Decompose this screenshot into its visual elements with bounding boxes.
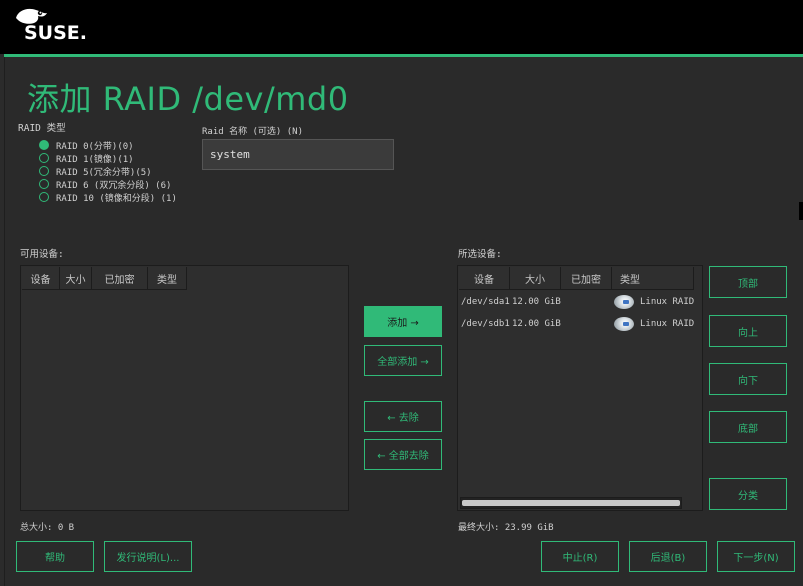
radio-raid1[interactable]: RAID 1(镜像)(1) (39, 152, 134, 165)
edge-marker (799, 202, 803, 220)
back-button[interactable]: 后退(B) (629, 541, 707, 572)
svg-text:SUSE.: SUSE. (24, 22, 87, 40)
column-header-device[interactable]: 设备 (459, 267, 510, 290)
column-header-encrypted[interactable]: 已加密 (92, 267, 148, 290)
scrollbar-thumb[interactable] (462, 500, 680, 506)
column-header-type[interactable]: 类型 (612, 267, 694, 290)
selected-total-size: 最终大小: 23.99 GiB (458, 523, 554, 533)
table-header: 设备 大小 已加密 类型 (459, 267, 694, 290)
column-header-device[interactable]: 设备 (22, 267, 60, 290)
suse-logo: SUSE. (14, 4, 94, 44)
available-devices-label: 可用设备: (20, 249, 64, 260)
available-devices-table[interactable]: 设备 大小 已加密 类型 (20, 265, 349, 511)
remove-all-button[interactable]: ← 全部去除 (364, 439, 442, 470)
abort-button[interactable]: 中止(R) (541, 541, 619, 572)
radio-icon[interactable] (39, 192, 49, 202)
disk-icon (614, 295, 634, 309)
help-button[interactable]: 帮助 (16, 541, 94, 572)
move-top-button[interactable]: 顶部 (709, 266, 787, 298)
move-down-button[interactable]: 向下 (709, 363, 787, 395)
radio-raid6[interactable]: RAID 6 (双冗余分段) (6) (39, 178, 172, 191)
cell-type: Linux RAID (640, 297, 695, 307)
radio-raid10[interactable]: RAID 10 (镜像和分段) (1) (39, 191, 177, 204)
selected-devices-table[interactable]: 设备 大小 已加密 类型 /dev/sda1 12.00 GiB Linux R… (457, 265, 703, 511)
next-button[interactable]: 下一步(N) (717, 541, 795, 572)
cell-size: 12.00 GiB (512, 319, 561, 329)
move-up-button[interactable]: 向上 (709, 315, 787, 347)
disk-icon (614, 317, 634, 331)
available-total-size: 总大小: 0 B (20, 523, 75, 533)
radio-label: RAID 6 (双冗余分段) (6) (56, 180, 172, 191)
cell-size: 12.00 GiB (512, 297, 561, 307)
cell-device: /dev/sdb1 (461, 319, 510, 329)
add-all-button[interactable]: 全部添加 → (364, 345, 442, 376)
raid-name-label: Raid 名称 (可选) (N) (202, 127, 304, 137)
column-header-encrypted[interactable]: 已加密 (561, 267, 612, 290)
move-bottom-button[interactable]: 底部 (709, 411, 787, 443)
radio-label: RAID 1(镜像)(1) (56, 154, 134, 165)
radio-icon[interactable] (39, 179, 49, 189)
radio-raid0[interactable]: RAID 0(分带)(0) (39, 139, 134, 152)
horizontal-scrollbar[interactable] (460, 497, 682, 509)
top-bar: SUSE. (0, 0, 803, 54)
radio-selected-icon[interactable] (39, 140, 49, 150)
release-notes-button[interactable]: 发行说明(L)... (104, 541, 192, 572)
column-header-type[interactable]: 类型 (148, 267, 187, 290)
column-header-size[interactable]: 大小 (510, 267, 561, 290)
classify-button[interactable]: 分类 (709, 478, 787, 510)
remove-button[interactable]: ← 去除 (364, 401, 442, 432)
cell-device: /dev/sda1 (461, 297, 510, 307)
cell-type: Linux RAID (640, 319, 695, 329)
table-row[interactable]: /dev/sda1 12.00 GiB Linux RAID (461, 295, 694, 309)
radio-label: RAID 10 (镜像和分段) (1) (56, 193, 177, 204)
radio-label: RAID 5(冗余分带)(5) (56, 167, 152, 178)
selected-devices-label: 所选设备: (458, 249, 502, 260)
page-title: 添加 RAID /dev/md0 (27, 80, 349, 118)
table-header: 设备 大小 已加密 类型 (22, 267, 187, 290)
radio-icon[interactable] (39, 166, 49, 176)
raid-type-label: RAID 类型 (18, 123, 66, 134)
radio-raid5[interactable]: RAID 5(冗余分带)(5) (39, 165, 152, 178)
column-header-size[interactable]: 大小 (60, 267, 92, 290)
radio-icon[interactable] (39, 153, 49, 163)
table-row[interactable]: /dev/sdb1 12.00 GiB Linux RAID (461, 317, 694, 331)
raid-name-input[interactable]: system (202, 139, 394, 170)
radio-label: RAID 0(分带)(0) (56, 141, 134, 152)
add-button[interactable]: 添加 → (364, 306, 442, 337)
